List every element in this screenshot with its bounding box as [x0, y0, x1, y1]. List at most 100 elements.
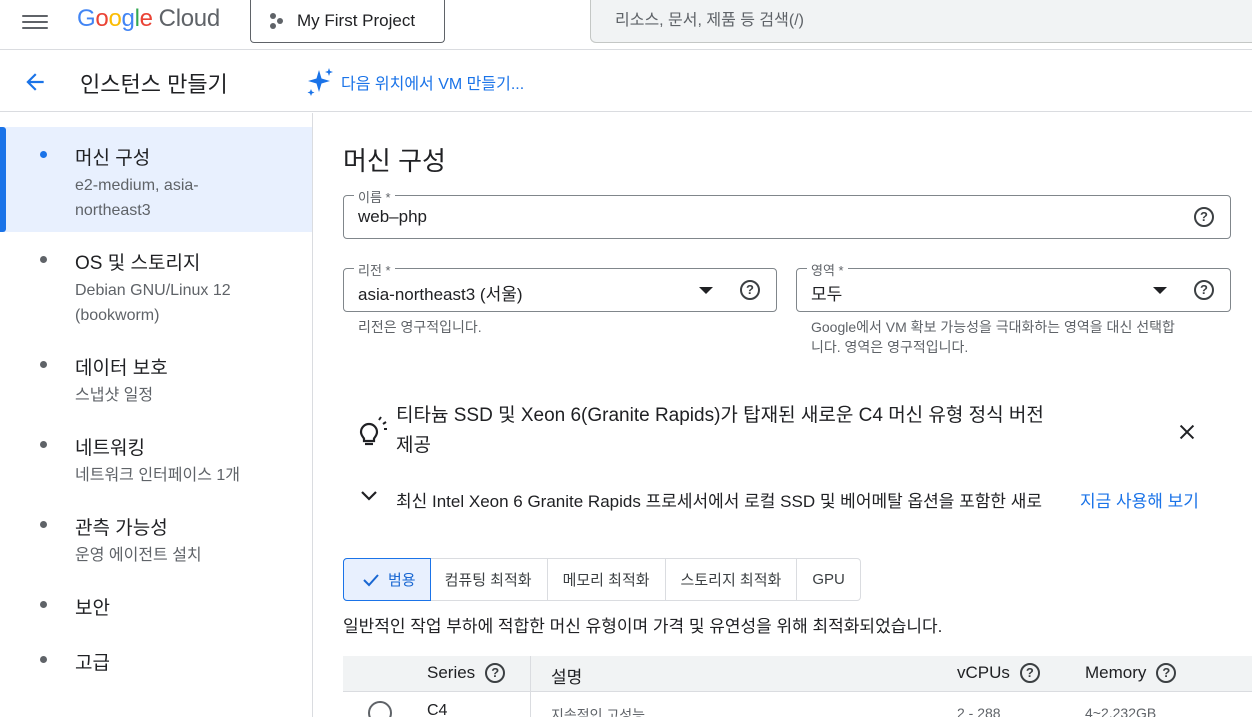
- column-header-series[interactable]: Series ?: [427, 663, 506, 683]
- machine-series-table: Series ? 설명 vCPUs ? Memory ? C4 지속적인 고성능…: [343, 656, 1252, 717]
- sidebar-item-title: OS 및 스토리지: [75, 253, 201, 274]
- page-header: 인스턴스 만들기 다음 위치에서 VM 만들기...: [0, 51, 1252, 112]
- step-dot: [40, 601, 47, 608]
- machine-family-tabs: 범용 컴퓨팅 최적화 메모리 최적화 스토리지 최적화 GPU: [343, 558, 861, 601]
- zone-select[interactable]: 영역 * 모두 ?: [796, 260, 1231, 312]
- tab-gpu[interactable]: GPU: [797, 559, 860, 600]
- column-header-vcpus[interactable]: vCPUs ?: [957, 663, 1040, 683]
- sidebar-item-subtitle: 운영 에이전트 설치: [75, 547, 202, 564]
- zone-hint-line: Google에서 VM 확보 가능성을 극대화하는 영역을 대신 선택합: [811, 319, 1175, 335]
- table-row[interactable]: C4 지속적인 고성능 2 - 288 4~2,232GB: [343, 691, 1252, 717]
- help-icon[interactable]: ?: [1194, 280, 1214, 300]
- description-cell: 지속적인 고성능: [551, 707, 646, 717]
- step-dot: [40, 656, 47, 663]
- dropdown-arrow-icon[interactable]: [1153, 287, 1167, 294]
- main-content: 머신 구성 이름 * web–php ? 리전 * asia-northeast…: [314, 113, 1252, 717]
- project-name: My First Project: [297, 11, 416, 30]
- tab-storage-optimized[interactable]: 스토리지 최적화: [666, 559, 798, 600]
- sidebar-item-subtitle: 네트워크 인터페이스 1개: [75, 467, 240, 484]
- sidebar-item-title: 데이터 보호: [75, 358, 168, 379]
- field-label: 리전 *: [354, 260, 395, 279]
- column-header-label: vCPUs: [957, 663, 1010, 682]
- project-icon: [267, 12, 285, 30]
- help-icon[interactable]: ?: [740, 280, 760, 300]
- column-header-label: 설명: [551, 668, 583, 687]
- tab-label: 범용: [388, 572, 416, 589]
- column-header-label: Series: [427, 663, 476, 682]
- tab-label: 스토리지 최적화: [680, 572, 782, 589]
- close-icon[interactable]: [1176, 421, 1198, 443]
- logo-letter: G: [77, 5, 96, 32]
- field-label: 이름 *: [354, 187, 395, 206]
- sidebar-item-machine-config[interactable]: 머신 구성 e2-medium, asia-northeast3: [0, 127, 312, 232]
- menu-icon[interactable]: [22, 11, 48, 31]
- series-cell: C4: [427, 702, 448, 717]
- table-header: Series ? 설명 vCPUs ? Memory ?: [343, 656, 1252, 691]
- step-dot: [40, 521, 47, 528]
- tab-compute-optimized[interactable]: 컴퓨팅 최적화: [430, 559, 548, 600]
- sidebar-item-networking[interactable]: 네트워킹 네트워크 인터페이스 1개: [0, 417, 312, 492]
- sidebar-item-title: 관측 가능성: [75, 518, 168, 539]
- tab-memory-optimized[interactable]: 메모리 최적화: [548, 559, 666, 600]
- logo-product: Cloud: [158, 5, 221, 32]
- logo-letter: g: [121, 5, 135, 32]
- help-icon[interactable]: ?: [1019, 663, 1040, 683]
- logo-letter: o: [95, 5, 109, 32]
- create-vm-from-label: 다음 위치에서 VM 만들기...: [341, 76, 525, 93]
- sidebar-item-advanced[interactable]: 고급: [0, 632, 312, 682]
- google-cloud-logo[interactable]: Google Cloud: [77, 5, 220, 33]
- tab-general-purpose[interactable]: 범용: [343, 558, 431, 601]
- banner-body: 최신 Intel Xeon 6 Granite Rapids 프로세서에서 로컬…: [396, 492, 1043, 511]
- dropdown-arrow-icon[interactable]: [699, 287, 713, 294]
- vcpus-cell: 2 - 288: [957, 705, 1001, 717]
- help-icon[interactable]: ?: [485, 663, 506, 683]
- sidebar-item-data-protection[interactable]: 데이터 보호 스냅샷 일정: [0, 337, 312, 412]
- column-header-description: 설명: [551, 663, 582, 688]
- search-bar[interactable]: [590, 0, 1252, 43]
- sidebar-item-title: 네트워킹: [75, 438, 145, 459]
- back-arrow-icon[interactable]: [22, 69, 48, 95]
- sidebar-item-subtitle: Debian GNU/Linux 12 (bookworm): [75, 282, 231, 324]
- zone-hint: Google에서 VM 확보 가능성을 극대화하는 영역을 대신 선택합 니다.…: [811, 317, 1211, 357]
- banner-title: 티타늄 SSD 및 Xeon 6(Granite Rapids)가 탑재된 새로…: [396, 405, 1044, 456]
- sidebar-item-title: 고급: [75, 653, 110, 674]
- sidebar-item-title: 보안: [75, 598, 110, 619]
- help-icon[interactable]: ?: [1194, 207, 1214, 227]
- tab-description: 일반적인 작업 부하에 적합한 머신 유형이며 가격 및 유연성을 위해 최적화…: [343, 617, 943, 636]
- sidebar-item-subtitle: 스냅샷 일정: [75, 387, 154, 404]
- field-value: 모두: [811, 285, 843, 304]
- region-select[interactable]: 리전 * asia-northeast3 (서울) ?: [343, 260, 777, 312]
- sidebar-item-os-storage[interactable]: OS 및 스토리지 Debian GNU/Linux 12 (bookworm): [0, 232, 312, 332]
- top-bar: Google Cloud My First Project: [0, 0, 1252, 50]
- create-vm-from-link[interactable]: 다음 위치에서 VM 만들기...: [305, 67, 524, 97]
- series-radio[interactable]: [368, 701, 392, 717]
- logo-letter: o: [108, 5, 122, 32]
- sidebar-item-security[interactable]: 보안: [0, 577, 312, 627]
- sidebar-item-observability[interactable]: 관측 가능성 운영 에이전트 설치: [0, 497, 312, 572]
- field-label: 영역 *: [807, 260, 848, 279]
- search-input[interactable]: [615, 12, 1215, 30]
- step-dot: [40, 361, 47, 368]
- field-value: asia-northeast3 (서울): [358, 285, 523, 304]
- tab-label: GPU: [812, 571, 845, 588]
- step-dot: [40, 151, 47, 158]
- page-title: 인스턴스 만들기: [80, 72, 228, 97]
- project-picker-button[interactable]: My First Project: [250, 0, 445, 43]
- column-header-label: Memory: [1085, 663, 1147, 682]
- try-now-link[interactable]: 지금 사용해 보기: [1080, 487, 1199, 512]
- check-icon: [363, 573, 379, 586]
- sidebar: 머신 구성 e2-medium, asia-northeast3 OS 및 스토…: [0, 113, 313, 717]
- column-header-memory[interactable]: Memory ?: [1085, 663, 1177, 683]
- sidebar-item-subtitle: e2-medium, asia-northeast3: [75, 177, 199, 219]
- sidebar-item-title: 머신 구성: [75, 148, 151, 169]
- sparkle-icon: [307, 68, 333, 96]
- region-hint: 리전은 영구적입니다.: [358, 319, 482, 335]
- chevron-down-icon[interactable]: [360, 490, 378, 502]
- help-icon[interactable]: ?: [1156, 663, 1177, 683]
- instance-name-field[interactable]: 이름 * web–php ?: [343, 187, 1231, 239]
- memory-cell: 4~2,232GB: [1085, 705, 1157, 717]
- tab-label: 메모리 최적화: [562, 572, 650, 589]
- logo-letter: e: [139, 5, 153, 32]
- lightbulb-icon: [359, 416, 387, 446]
- field-value: web–php: [358, 207, 428, 226]
